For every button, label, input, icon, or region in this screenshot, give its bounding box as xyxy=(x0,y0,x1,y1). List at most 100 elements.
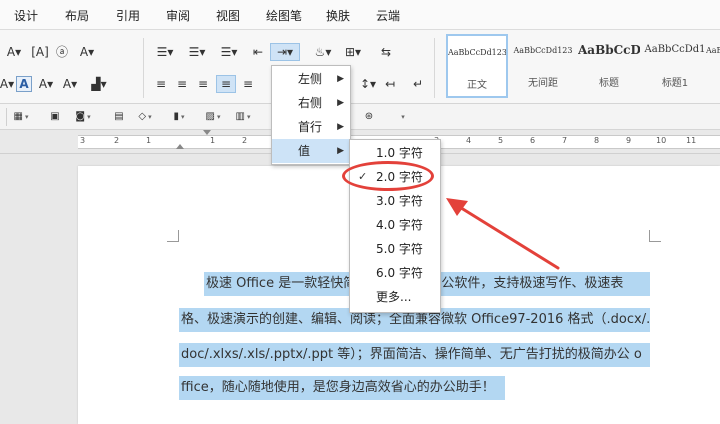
header-button[interactable]: ▥ ▾ xyxy=(236,110,251,123)
chart-button[interactable]: ▤ xyxy=(112,110,126,123)
menu-item-label: 4.0 字符 xyxy=(376,218,423,232)
style-no-spacing[interactable]: AaBbCcDd123 无间距 xyxy=(512,34,574,98)
justify-button[interactable]: ≡ xyxy=(216,75,236,93)
menu-item-label: 左侧 xyxy=(298,72,323,86)
decrease-indent-button[interactable]: ⇤ xyxy=(250,44,266,60)
style-heading1[interactable]: AaBbCcDd1 标题1 xyxy=(644,34,706,98)
menu-item-left[interactable]: 左侧 ▶ xyxy=(272,67,350,91)
line-spacing-button[interactable]: ↕▾ xyxy=(356,76,380,92)
border-icon: ⊞▾ xyxy=(344,45,362,59)
style-normal[interactable]: AaBbCcDd123 正文 xyxy=(446,34,508,98)
style-preview: AaBbCcDd1 xyxy=(644,44,706,55)
style-label: 无间距 xyxy=(528,78,558,89)
chart-icon: ▤ xyxy=(114,111,124,122)
menu-item-label: 6.0 字符 xyxy=(376,266,423,280)
image-button[interactable]: ▣ xyxy=(48,110,62,123)
menu-item-more[interactable]: 更多... xyxy=(350,285,440,309)
numbered-list-icon: ☰▾ xyxy=(188,45,206,59)
phonetic-button[interactable]: [A] xyxy=(31,44,49,60)
char-border-button[interactable]: A xyxy=(16,76,32,92)
ruler-number: 8 xyxy=(594,136,600,145)
paragraph-mark-button[interactable]: ↵ xyxy=(410,76,426,92)
menu-item-label: 右侧 xyxy=(298,96,323,110)
tab-view[interactable]: 视图 xyxy=(216,7,240,24)
page-corner-mark xyxy=(649,230,661,242)
char-scale-icon: A▾ xyxy=(79,45,95,59)
more-button[interactable]: ▾ xyxy=(396,110,410,123)
tab-draw[interactable]: 绘图笔 xyxy=(266,7,302,24)
selected-text-line[interactable]: doc/.xlxs/.xls/.pptx/.ppt 等）；界面简洁、操作简单、无… xyxy=(179,343,650,367)
style-title[interactable]: AaBbCcD 标题 xyxy=(578,34,640,98)
link-button[interactable]: ⊛ xyxy=(362,110,376,123)
font-shrink-button[interactable]: A▾ xyxy=(6,44,22,60)
ruler-number: 5 xyxy=(498,136,504,145)
link-icon: ⊛ xyxy=(364,111,374,122)
left-indent-marker[interactable] xyxy=(176,144,184,149)
text-direction-button[interactable]: ⇆ xyxy=(376,44,396,60)
font-color-dropdown[interactable]: A▾ xyxy=(0,76,14,92)
menu-item-label: 3.0 字符 xyxy=(376,194,423,208)
align-right-button[interactable]: ≡ xyxy=(195,76,211,92)
bar-chart-button[interactable]: ▮ ▾ xyxy=(172,110,186,123)
menu-item-label: 值 xyxy=(298,144,311,158)
align-left-button[interactable]: ≡ xyxy=(153,76,169,92)
enclose-char-button[interactable]: ⓐ xyxy=(54,44,70,60)
text-effect-button[interactable]: A▾ xyxy=(36,76,56,92)
shapes-icon: ◇ xyxy=(138,111,147,122)
menu-item-label: 5.0 字符 xyxy=(376,242,423,256)
menu-item-3-char[interactable]: 3.0 字符 xyxy=(350,189,440,213)
bullet-list-button[interactable]: ☰▾ xyxy=(152,44,178,60)
tab-cloud[interactable]: 云端 xyxy=(376,7,400,24)
menu-item-right[interactable]: 右侧 ▶ xyxy=(272,91,350,115)
char-border-icon: A xyxy=(19,77,29,91)
shading-button[interactable]: ♨▾ xyxy=(310,44,336,60)
menu-item-4-char[interactable]: 4.0 字符 xyxy=(350,213,440,237)
indent-dropdown-button[interactable]: ⇥▾ xyxy=(270,43,300,61)
first-line-indent-marker[interactable] xyxy=(203,130,211,135)
textbox-button[interactable]: ▨ ▾ xyxy=(205,110,221,123)
style-next[interactable]: AaBb xyxy=(706,34,720,98)
text-outline-icon: A▾ xyxy=(62,77,78,91)
tab-references[interactable]: 引用 xyxy=(116,7,140,24)
menu-item-first-line[interactable]: 首行 ▶ xyxy=(272,115,350,139)
camera-icon: ◙ xyxy=(75,111,86,122)
align-center-icon: ≡ xyxy=(176,77,188,91)
submenu-arrow-icon: ▶ xyxy=(337,146,344,156)
table-button[interactable]: ▦ ▾ xyxy=(13,110,29,123)
ribbon-separator xyxy=(143,38,144,98)
border-button[interactable]: ⊞▾ xyxy=(340,44,366,60)
tab-review[interactable]: 审阅 xyxy=(166,7,190,24)
multilevel-list-icon: ☰▾ xyxy=(220,45,238,59)
align-left-icon: ≡ xyxy=(155,77,167,91)
multilevel-list-button[interactable]: ☰▾ xyxy=(216,44,242,60)
style-label: 标题1 xyxy=(661,78,689,89)
page-corner-mark xyxy=(167,230,179,242)
menu-item-label: 首行 xyxy=(298,120,323,134)
screenshot-button[interactable]: ◙ ▾ xyxy=(75,110,90,123)
decrease-indent-icon: ⇤ xyxy=(252,45,264,59)
tab-layout[interactable]: 布局 xyxy=(65,7,89,24)
clear-format-button[interactable]: ▟▾ xyxy=(86,76,112,92)
menu-item-5-char[interactable]: 5.0 字符 xyxy=(350,237,440,261)
image-icon: ▣ xyxy=(50,111,60,122)
textbox-icon: ▨ xyxy=(205,111,215,122)
table-icon: ▦ xyxy=(13,111,23,122)
tab-skin[interactable]: 换肤 xyxy=(326,7,350,24)
font-shrink-icon: A▾ xyxy=(6,45,22,59)
ltr-button[interactable]: ↤ xyxy=(382,76,398,92)
menu-item-value[interactable]: 值 ▶ xyxy=(272,139,350,163)
text-outline-button[interactable]: A▾ xyxy=(60,76,80,92)
ruler-number: 9 xyxy=(626,136,632,145)
distribute-button[interactable]: ≡ xyxy=(240,76,256,92)
paragraph-mark-icon: ↵ xyxy=(412,77,424,91)
submenu-arrow-icon: ▶ xyxy=(337,98,344,108)
toolbar-separator xyxy=(6,108,7,126)
align-center-button[interactable]: ≡ xyxy=(174,76,190,92)
tab-design[interactable]: 设计 xyxy=(14,7,38,24)
shapes-button[interactable]: ◇ ▾ xyxy=(138,110,152,123)
selected-text-line[interactable]: ffice，随心随地使用，是您身边高效省心的办公助手！ xyxy=(179,376,505,400)
numbered-list-button[interactable]: ☰▾ xyxy=(184,44,210,60)
menu-item-6-char[interactable]: 6.0 字符 xyxy=(350,261,440,285)
text-direction-icon: ⇆ xyxy=(380,45,392,59)
char-scale-button[interactable]: A▾ xyxy=(76,44,98,60)
